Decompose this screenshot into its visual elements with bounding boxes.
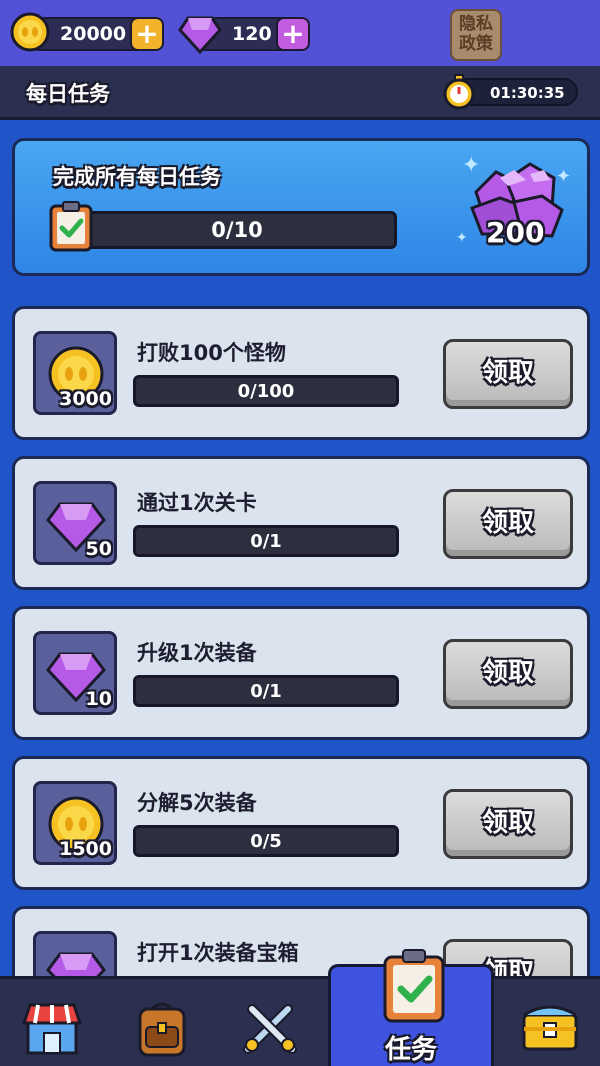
battle-icon bbox=[243, 1004, 297, 1054]
task-title: 通过1次关卡 bbox=[137, 491, 257, 515]
task-progress-text: 0/1 bbox=[250, 531, 282, 552]
task-icon bbox=[383, 949, 445, 1023]
svg-text:✦: ✦ bbox=[462, 153, 480, 178]
coin-amount: 20000 bbox=[60, 23, 127, 45]
backpack-icon bbox=[138, 1002, 186, 1057]
reward-amount: 50 bbox=[85, 538, 112, 560]
reward-amount: 1500 bbox=[59, 838, 112, 860]
task-title: 分解5次装备 bbox=[137, 791, 257, 815]
task-progress-text: 0/5 bbox=[250, 831, 282, 852]
task-progress-bar: 0/1 bbox=[133, 525, 399, 557]
all-daily-progress-text: 0/10 bbox=[211, 218, 263, 242]
reward-amount: 3000 bbox=[59, 388, 112, 410]
claim-button[interactable]: 领取 bbox=[443, 489, 573, 559]
add-coins-button[interactable]: + bbox=[130, 17, 164, 51]
task-title: 升级1次装备 bbox=[137, 641, 257, 665]
treasure-icon bbox=[522, 1005, 578, 1051]
all-daily-reward-amount: 200 bbox=[486, 216, 545, 249]
gem-icon bbox=[178, 16, 222, 54]
svg-text:✦: ✦ bbox=[556, 166, 571, 187]
task-card: 10 升级1次装备 0/1 领取 bbox=[12, 606, 590, 740]
nav-battle[interactable] bbox=[222, 979, 322, 1066]
task-progress-bar: 0/1 bbox=[133, 675, 399, 707]
stopwatch-icon bbox=[443, 74, 475, 110]
timer-value: 01:30:35 bbox=[490, 84, 565, 102]
privacy-policy-button[interactable]: 隐私 政策 bbox=[450, 9, 502, 61]
claim-button[interactable]: 领取 bbox=[443, 639, 573, 709]
reward-amount: 10 bbox=[85, 688, 112, 710]
nav-tasks-label: 任务 bbox=[384, 1035, 437, 1065]
task-progress-text: 0/1 bbox=[250, 681, 282, 702]
nav-backpack[interactable] bbox=[112, 979, 212, 1066]
task-card: 1500 分解5次装备 0/5 领取 bbox=[12, 756, 590, 890]
task-progress-text: 0/100 bbox=[237, 381, 295, 402]
page-header: 每日任务 01:30:35 bbox=[0, 66, 600, 120]
shop-icon bbox=[21, 1003, 83, 1055]
task-progress-bar: 0/5 bbox=[133, 825, 399, 857]
claim-button[interactable]: 领取 bbox=[443, 789, 573, 859]
task-progress-bar: 0/100 bbox=[133, 375, 399, 407]
reward-box: 50 bbox=[33, 481, 117, 565]
claim-button[interactable]: 领取 bbox=[443, 339, 573, 409]
page-title: 每日任务 bbox=[26, 82, 110, 106]
task-card: 3000 打败100个怪物 0/100 领取 bbox=[12, 306, 590, 440]
all-daily-progress-bar: 0/10 bbox=[77, 211, 397, 249]
nav-tasks-active[interactable]: 任务 bbox=[328, 949, 494, 1066]
add-gems-button[interactable]: + bbox=[276, 17, 310, 51]
clipboard-check-icon bbox=[49, 201, 93, 252]
task-title: 打开1次装备宝箱 bbox=[137, 941, 299, 965]
currency-bar: 20000 + 120 + 隐私 政策 bbox=[0, 0, 600, 66]
nav-shop[interactable] bbox=[2, 979, 102, 1066]
reward-box: 10 bbox=[33, 631, 117, 715]
bottom-nav bbox=[0, 976, 600, 1066]
task-title: 打败100个怪物 bbox=[137, 341, 286, 365]
reward-box: 1500 bbox=[33, 781, 117, 865]
nav-treasure[interactable] bbox=[504, 979, 600, 1066]
task-card: 50 通过1次关卡 0/1 领取 bbox=[12, 456, 590, 590]
svg-text:✦: ✦ bbox=[456, 230, 468, 246]
all-daily-title: 完成所有每日任务 bbox=[53, 165, 221, 189]
coin-icon bbox=[10, 12, 50, 52]
privacy-label-line2: 政策 bbox=[459, 34, 493, 54]
privacy-label-line1: 隐私 bbox=[459, 14, 493, 34]
reward-box: 3000 bbox=[33, 331, 117, 415]
gem-amount: 120 bbox=[232, 23, 272, 45]
